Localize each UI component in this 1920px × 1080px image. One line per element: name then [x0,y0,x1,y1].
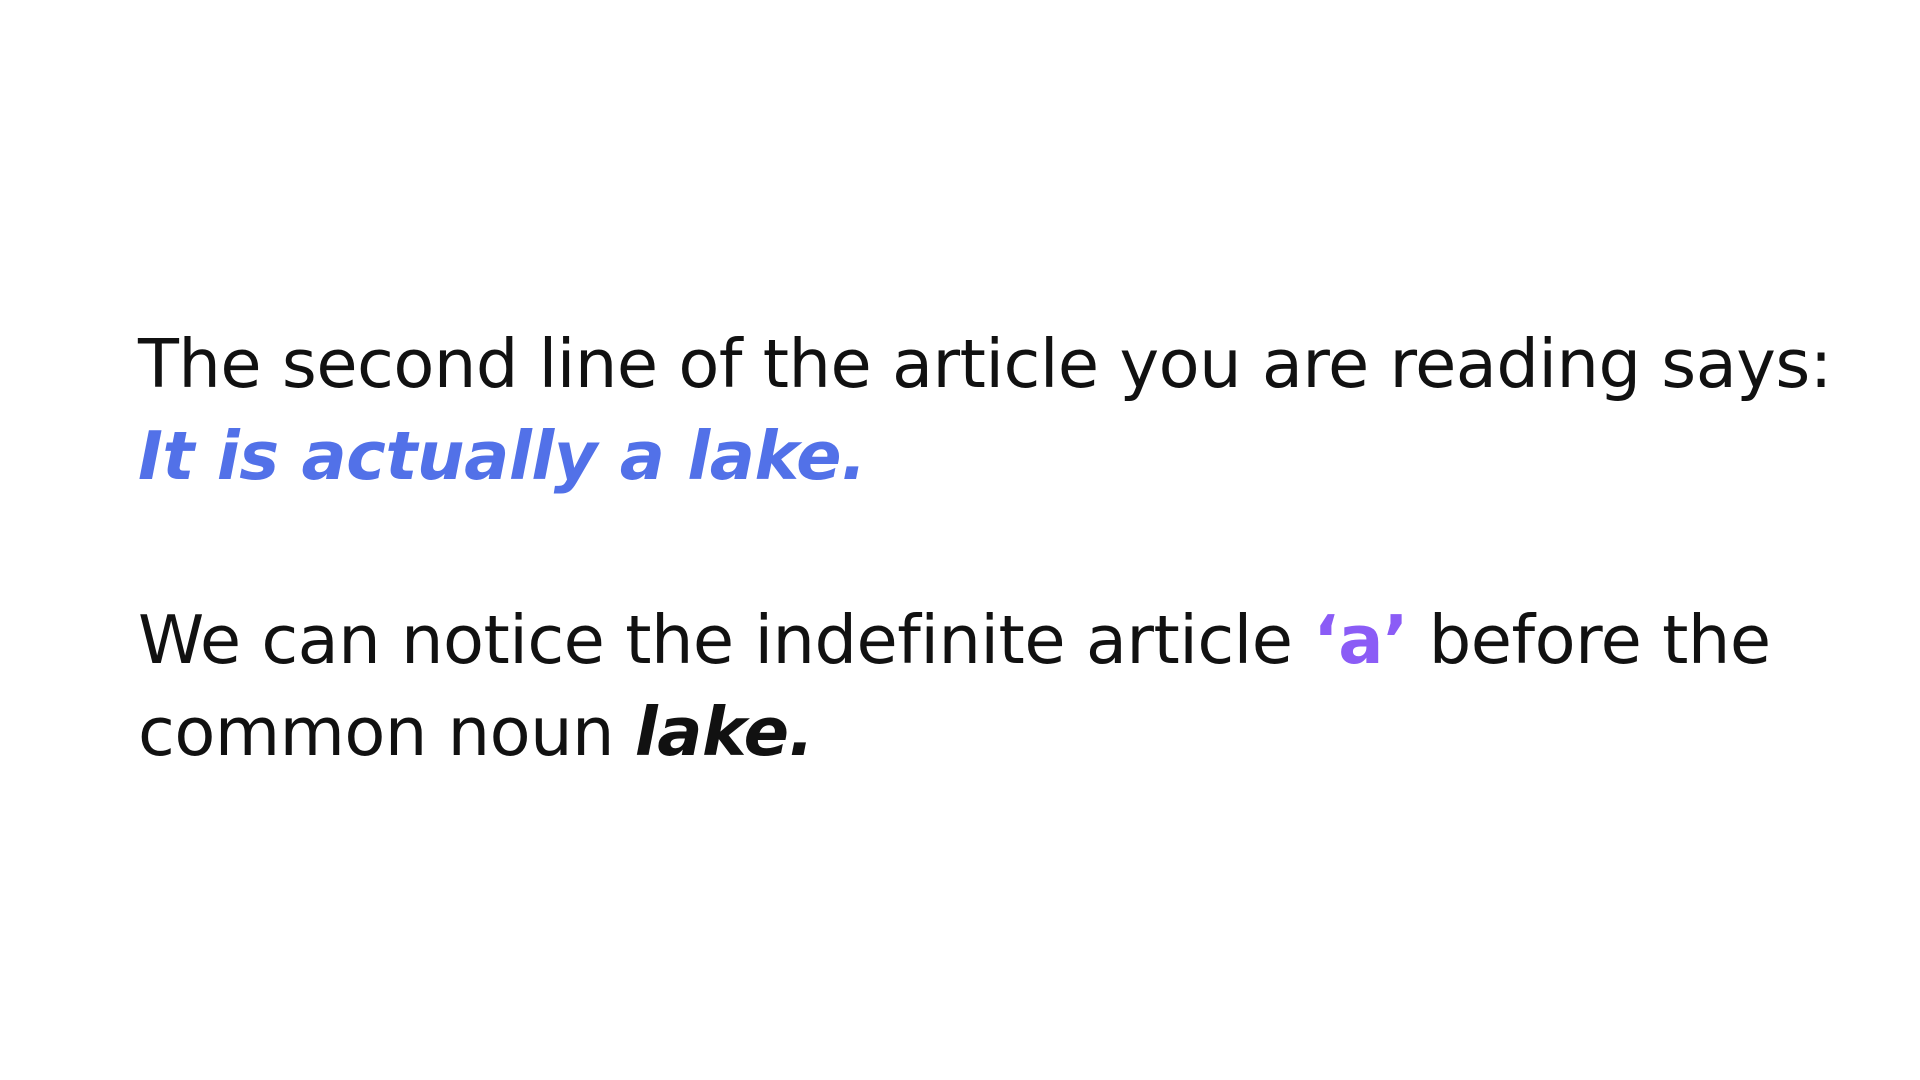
explanation-text-end: before the [1407,601,1771,679]
intro-text: The second line of the article you are r… [138,325,1832,403]
explanation-line2-text: common noun [138,693,635,771]
paragraph-quote-intro: The second line of the article you are r… [138,318,1838,502]
highlighted-article: ‘a’ [1313,601,1408,679]
paragraph-explanation: We can notice the indefinite article ‘a’… [138,594,1838,778]
highlighted-noun: lake. [634,693,814,771]
slide-content: The second line of the article you are r… [138,318,1838,778]
quoted-sentence: It is actually a lake. [138,417,867,495]
explanation-text-start: We can notice the indefinite article [138,601,1314,679]
